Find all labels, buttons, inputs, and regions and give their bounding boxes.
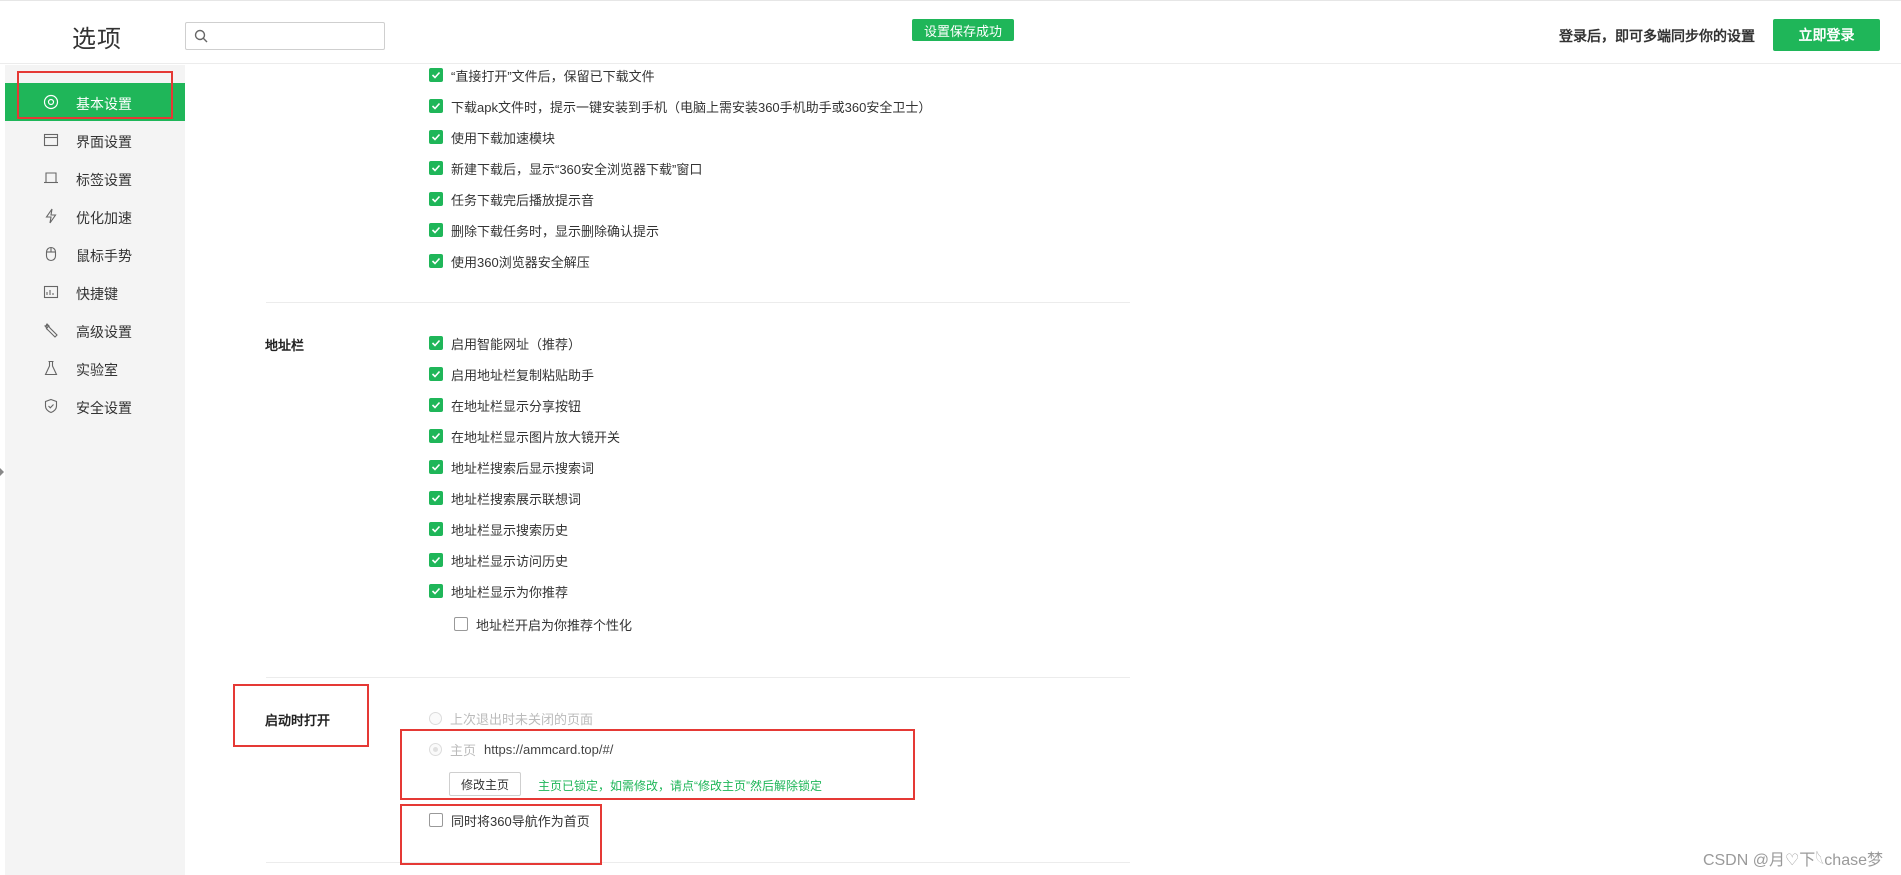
watermark: CSDN @月♡下𓆩chase梦	[1702, 852, 1883, 869]
flask-icon	[44, 360, 58, 376]
tab-icon	[44, 172, 58, 184]
checkbox-checked-icon[interactable]	[429, 584, 443, 598]
checkbox-label: 启用智能网址（推荐）	[451, 336, 582, 352]
checkbox-label: 使用360浏览器安全解压	[451, 254, 590, 270]
sidebar-item-label: 快捷键	[76, 286, 118, 302]
sidebar-item-lab[interactable]: 实验室	[5, 349, 185, 387]
mouse-icon	[45, 246, 57, 262]
checkbox-show-download-window[interactable]: 新建下载后，显示“360安全浏览器下载”窗口	[429, 158, 702, 178]
lightning-icon	[45, 208, 57, 224]
checkbox-label: 使用下载加速模块	[451, 130, 556, 146]
checkbox-safe-unzip[interactable]: 使用360浏览器安全解压	[429, 251, 590, 271]
shield-icon	[44, 398, 58, 414]
sidebar-item-mouse-gestures[interactable]: 鼠标手势	[5, 235, 185, 273]
page-title: 选项	[72, 26, 122, 53]
search-box[interactable]	[185, 22, 385, 50]
checkbox-checked-icon[interactable]	[429, 99, 443, 113]
checkbox-label: 地址栏开启为你推荐个性化	[476, 617, 633, 633]
checkbox-checked-icon[interactable]	[429, 367, 443, 381]
sidebar-item-shortcuts[interactable]: 快捷键	[5, 273, 185, 311]
checkbox-label: 启用地址栏复制粘贴助手	[451, 367, 595, 383]
checkbox-smart-url[interactable]: 启用智能网址（推荐）	[429, 333, 581, 353]
checkbox-label: 地址栏搜索后显示搜索词	[451, 460, 595, 476]
checkbox-checked-icon[interactable]	[429, 223, 443, 237]
checkbox-checked-icon[interactable]	[429, 68, 443, 82]
checkbox-search-suggestions[interactable]: 地址栏搜索展示联想词	[429, 488, 581, 508]
sidebar-item-label: 界面设置	[76, 134, 132, 150]
checkbox-checked-icon[interactable]	[429, 460, 443, 474]
section-title-address-bar: 地址栏	[265, 338, 305, 353]
radio-restore-last-session[interactable]: 上次退出时未关闭的页面	[429, 708, 593, 728]
checkbox-keep-downloaded-file[interactable]: “直接打开”文件后，保留已下载文件	[429, 65, 655, 85]
checkbox-checked-icon[interactable]	[429, 192, 443, 206]
search-icon	[194, 29, 208, 43]
radio-label: 上次退出时未关闭的页面	[450, 711, 594, 727]
annotation-box-nav-homepage	[400, 804, 602, 865]
sidebar-item-interface-settings[interactable]: 界面设置	[5, 121, 185, 159]
sidebar-item-label: 鼠标手势	[76, 248, 132, 264]
checkbox-label: 地址栏显示为你推荐	[451, 584, 569, 600]
checkbox-delete-confirm[interactable]: 删除下载任务时，显示删除确认提示	[429, 220, 659, 240]
window-layout-icon	[43, 133, 59, 147]
sidebar-item-label: 高级设置	[76, 324, 132, 340]
checkbox-checked-icon[interactable]	[429, 522, 443, 536]
search-input[interactable]	[214, 25, 379, 47]
checkbox-checked-icon[interactable]	[429, 161, 443, 175]
login-button[interactable]: 立即登录	[1773, 19, 1880, 51]
checkbox-personalized-recommendations[interactable]: 地址栏开启为你推荐个性化	[454, 614, 632, 634]
sidebar-collapse-handle[interactable]	[0, 468, 4, 476]
radio-button[interactable]	[429, 711, 442, 725]
sidebar: 基本设置 界面设置 标签设置 优化加速 鼠标手势 快捷键 高级设置 实验室 安全…	[5, 65, 185, 875]
sync-hint: 登录后，即可多端同步你的设置	[1559, 28, 1755, 44]
sidebar-item-security-settings[interactable]: 安全设置	[5, 387, 185, 425]
sidebar-item-advanced-settings[interactable]: 高级设置	[5, 311, 185, 349]
checkbox-search-history[interactable]: 地址栏显示搜索历史	[429, 519, 568, 539]
section-divider	[266, 677, 1130, 678]
checkbox-checked-icon[interactable]	[429, 254, 443, 268]
annotation-box-homepage	[400, 729, 915, 800]
section-divider	[266, 302, 1130, 303]
checkbox-show-search-term[interactable]: 地址栏搜索后显示搜索词	[429, 457, 594, 477]
sidebar-item-optimize[interactable]: 优化加速	[5, 197, 185, 235]
annotation-box-basic-settings	[17, 71, 173, 119]
checkbox-label: 地址栏显示搜索历史	[451, 522, 569, 538]
sidebar-item-label: 实验室	[76, 362, 118, 378]
checkbox-label: “直接打开”文件后，保留已下载文件	[451, 68, 655, 84]
header: 选项 设置保存成功 登录后，即可多端同步你的设置 立即登录	[0, 0, 1901, 64]
checkbox-checked-icon[interactable]	[429, 398, 443, 412]
checkbox-download-accelerator[interactable]: 使用下载加速模块	[429, 127, 555, 147]
checkbox-checked-icon[interactable]	[429, 553, 443, 567]
checkbox-checked-icon[interactable]	[429, 336, 443, 350]
checkbox-label: 地址栏搜索展示联想词	[451, 491, 582, 507]
save-success-toast: 设置保存成功	[912, 19, 1014, 41]
checkbox-label: 任务下载完后播放提示音	[451, 192, 595, 208]
checkbox-label: 新建下载后，显示“360安全浏览器下载”窗口	[451, 161, 703, 177]
checkbox-label: 删除下载任务时，显示删除确认提示	[451, 223, 660, 239]
checkbox-checked-icon[interactable]	[429, 130, 443, 144]
checkbox-download-complete-sound[interactable]: 任务下载完后播放提示音	[429, 189, 594, 209]
sidebar-item-label: 优化加速	[76, 210, 132, 226]
checkbox-copy-paste-helper[interactable]: 启用地址栏复制粘贴助手	[429, 364, 594, 384]
section-divider	[266, 862, 1130, 863]
keyboard-icon	[43, 285, 59, 299]
checkbox-apk-install-prompt[interactable]: 下载apk文件时，提示一键安装到手机（电脑上需安装360手机助手或360安全卫士…	[429, 96, 931, 116]
sidebar-item-tab-settings[interactable]: 标签设置	[5, 159, 185, 197]
checkbox-recommendations[interactable]: 地址栏显示为你推荐	[429, 581, 568, 601]
checkbox-label: 在地址栏显示图片放大镜开关	[451, 429, 621, 445]
checkbox-checked-icon[interactable]	[429, 429, 443, 443]
checkbox-label: 地址栏显示访问历史	[451, 553, 569, 569]
checkbox-share-button[interactable]: 在地址栏显示分享按钮	[429, 395, 581, 415]
options-window: 选项 设置保存成功 登录后，即可多端同步你的设置 立即登录 基本设置 界面设置 …	[0, 0, 1901, 875]
checkbox-label: 在地址栏显示分享按钮	[451, 398, 582, 414]
wrench-icon	[44, 323, 58, 338]
sidebar-item-label: 安全设置	[76, 400, 132, 416]
checkbox-visit-history[interactable]: 地址栏显示访问历史	[429, 550, 568, 570]
annotation-box-startup-title	[233, 684, 369, 747]
checkbox-label: 下载apk文件时，提示一键安装到手机（电脑上需安装360手机助手或360安全卫士…	[451, 99, 932, 115]
checkbox-image-magnifier[interactable]: 在地址栏显示图片放大镜开关	[429, 426, 620, 446]
checkbox-unchecked-icon[interactable]	[454, 617, 468, 631]
sidebar-item-label: 标签设置	[76, 172, 132, 188]
checkbox-checked-icon[interactable]	[429, 491, 443, 505]
